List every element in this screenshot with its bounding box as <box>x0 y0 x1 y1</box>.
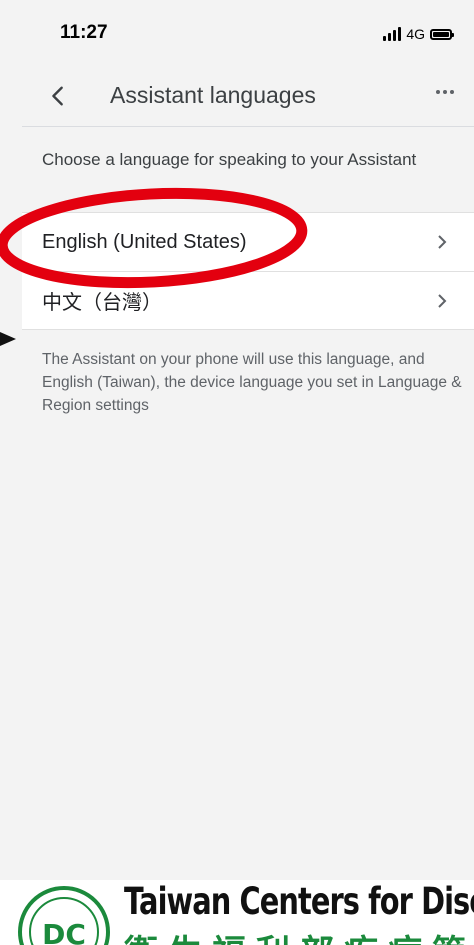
language-item-english-us[interactable]: English (United States) <box>22 213 474 271</box>
chevron-right-icon <box>438 235 447 249</box>
more-horizontal-icon <box>436 90 440 94</box>
network-type: 4G <box>406 26 425 42</box>
banner-subtitle: 衛生福利部疾病管 <box>124 925 474 945</box>
back-button[interactable] <box>42 80 74 112</box>
pointer-arrow-icon <box>0 332 16 346</box>
language-list: English (United States) 中文（台灣） <box>22 212 474 330</box>
signal-icon <box>383 27 402 41</box>
battery-icon <box>430 28 454 40</box>
language-label: English (United States) <box>42 230 247 253</box>
status-time: 11:27 <box>60 22 108 43</box>
page-title: Assistant languages <box>110 82 316 108</box>
banner-title: Taiwan Centers for Disease C <box>124 880 474 923</box>
chevron-left-icon <box>52 86 63 106</box>
language-label: 中文（台灣） <box>42 292 162 314</box>
cdc-logo: DC <box>18 886 110 945</box>
status-bar: 11:27 4G <box>0 0 474 66</box>
cdc-banner: DC Taiwan Centers for Disease C 衛生福利部疾病管 <box>0 880 474 945</box>
app-bar: Assistant languages <box>22 66 474 127</box>
language-description: Choose a language for speaking to your A… <box>42 150 417 169</box>
language-item-chinese-taiwan[interactable]: 中文（台灣） <box>22 271 474 329</box>
more-options-button[interactable] <box>436 90 454 94</box>
logo-text: DC <box>42 918 86 945</box>
status-indicators: 4G <box>383 24 454 44</box>
chevron-right-icon <box>438 293 447 308</box>
language-footer-note: The Assistant on your phone will use thi… <box>42 351 462 414</box>
